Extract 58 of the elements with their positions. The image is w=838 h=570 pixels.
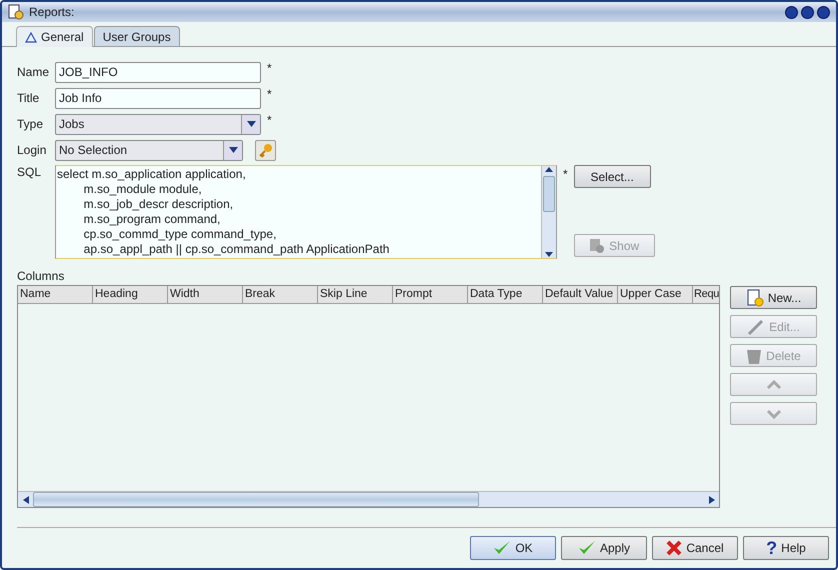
field-label: Title (17, 91, 40, 105)
field-label: Name (17, 65, 50, 79)
tab[interactable]: User Groups (94, 26, 180, 46)
column-header[interactable]: Data Type (468, 286, 543, 303)
column-header[interactable]: Break (243, 286, 318, 303)
required-marker: * (267, 61, 272, 75)
required-marker: * (563, 167, 568, 181)
scroll-thumb[interactable] (33, 492, 479, 507)
cross-icon (666, 540, 682, 556)
column-header[interactable]: Width (168, 286, 243, 303)
field-label: SQL (17, 165, 42, 181)
scroll-left-icon[interactable] (22, 496, 28, 504)
column-header[interactable]: Upper Case (618, 286, 693, 303)
cancel-button[interactable]: Cancel (652, 536, 738, 560)
column-header[interactable]: Heading (93, 286, 168, 303)
close-button[interactable] (817, 6, 830, 18)
new-document-icon (746, 288, 764, 306)
text-field[interactable]: Job Info (55, 88, 261, 108)
new-button[interactable]: New... (730, 286, 817, 309)
section-label: Columns (17, 269, 66, 285)
field-label: Login (17, 143, 48, 157)
select-button[interactable]: Select... (574, 165, 651, 188)
pencil-icon (747, 318, 766, 336)
dropdown[interactable]: No Selection (55, 140, 243, 160)
tab[interactable]: General (16, 26, 93, 47)
dropdown-arrow-icon (228, 147, 238, 153)
required-marker: * (267, 113, 272, 127)
text-field[interactable]: JOB_INFO (55, 62, 261, 82)
report-icon (8, 4, 24, 20)
field-label: Type (17, 117, 44, 131)
column-header[interactable]: Default Value (543, 286, 618, 303)
minimize-button[interactable] (785, 6, 798, 18)
column-header[interactable]: Skip Line (318, 286, 393, 303)
checkmark-icon (578, 540, 596, 556)
help-button[interactable]: ? Help (743, 536, 829, 560)
required-marker: * (267, 87, 272, 101)
window-title: Reports: (29, 5, 76, 19)
checkmark-icon (493, 540, 512, 556)
sql-text-area[interactable]: select m.so_application application, m.so_module module, m.so_job_descr description, m.so_program command, cp.so_commd_type command_type, ap.so_appl_path || cp.so_command_path ApplicationPath (55, 165, 557, 259)
table-clock-icon (589, 238, 606, 254)
column-header[interactable]: Name (18, 286, 93, 303)
column-header[interactable]: Prompt (393, 286, 468, 303)
columns-table[interactable]: Name Heading Width Break Skip Line Prompt Data Type Default Value Upper Case Requ (17, 285, 720, 508)
dropdown[interactable]: Jobs (55, 114, 261, 134)
scroll-down-icon[interactable] (545, 250, 553, 258)
column-header[interactable]: Requ (693, 286, 719, 303)
scroll-right-icon[interactable] (708, 496, 714, 504)
maximize-button[interactable] (801, 6, 814, 18)
scroll-thumb[interactable] (543, 176, 555, 212)
chevron-down-icon (766, 408, 782, 418)
horizontal-scrollbar[interactable] (18, 491, 719, 507)
key-button[interactable] (255, 140, 276, 160)
chevron-up-icon (766, 380, 782, 390)
scroll-up-icon[interactable] (545, 166, 553, 174)
ok-button[interactable]: OK (470, 536, 556, 560)
apply-button[interactable]: Apply (561, 536, 647, 560)
question-mark-icon: ? (766, 540, 778, 556)
dropdown-arrow-icon (246, 121, 256, 127)
